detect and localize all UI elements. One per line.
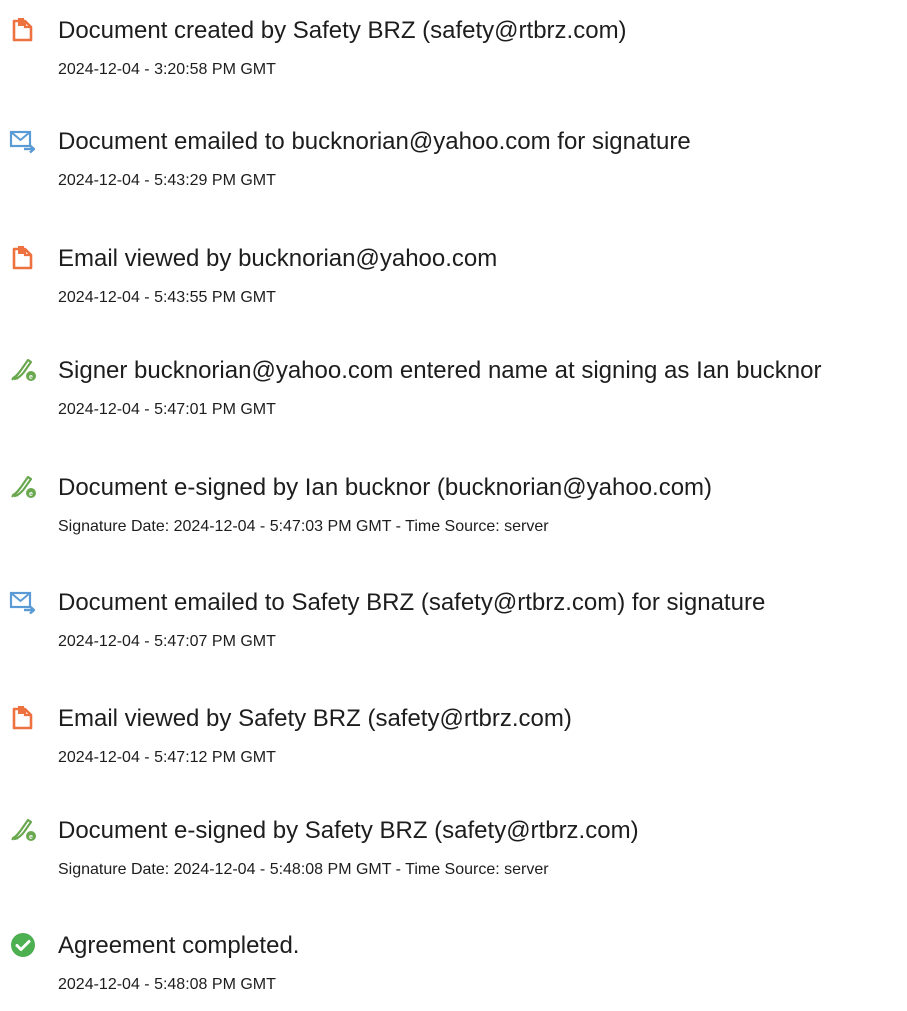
audit-event: e Document e-signed by Ian bucknor (buck… — [0, 473, 907, 553]
document-icon — [9, 704, 37, 732]
event-timestamp: 2024-12-04 - 5:47:12 PM GMT — [58, 749, 276, 766]
document-icon — [9, 244, 37, 272]
event-timestamp: Signature Date: 2024-12-04 - 5:47:03 PM … — [58, 518, 549, 535]
event-title: Email viewed by Safety BRZ (safety@rtbrz… — [58, 705, 572, 732]
svg-text:e: e — [29, 491, 33, 498]
event-title: Agreement completed. — [58, 932, 300, 959]
pen-signature-icon: e — [9, 473, 37, 501]
pen-signature-icon: e — [9, 816, 37, 844]
audit-event: e Document e-signed by Safety BRZ (safet… — [0, 816, 907, 896]
event-title: Document created by Safety BRZ (safety@r… — [58, 17, 627, 44]
event-timestamp: 2024-12-04 - 5:43:55 PM GMT — [58, 289, 276, 306]
svg-text:e: e — [29, 374, 33, 381]
audit-event: Document emailed to bucknorian@yahoo.com… — [0, 127, 907, 207]
document-icon — [9, 16, 37, 44]
event-title: Email viewed by bucknorian@yahoo.com — [58, 245, 498, 272]
event-title: Document emailed to Safety BRZ (safety@r… — [58, 589, 766, 616]
audit-event: Document created by Safety BRZ (safety@r… — [0, 16, 907, 96]
event-timestamp: 2024-12-04 - 5:47:01 PM GMT — [58, 401, 276, 418]
audit-event: Document emailed to Safety BRZ (safety@r… — [0, 588, 907, 668]
audit-event: Email viewed by Safety BRZ (safety@rtbrz… — [0, 704, 907, 784]
audit-event: Email viewed by bucknorian@yahoo.com 202… — [0, 244, 907, 324]
event-timestamp: 2024-12-04 - 5:47:07 PM GMT — [58, 633, 276, 650]
pen-signature-icon: e — [9, 356, 37, 384]
event-timestamp: 2024-12-04 - 5:43:29 PM GMT — [58, 172, 276, 189]
event-timestamp: 2024-12-04 - 5:48:08 PM GMT — [58, 976, 276, 993]
svg-text:e: e — [29, 834, 33, 841]
email-sent-icon — [9, 127, 37, 155]
event-title: Signer bucknorian@yahoo.com entered name… — [58, 357, 822, 384]
audit-event: Agreement completed. 2024-12-04 - 5:48:0… — [0, 931, 907, 1011]
email-sent-icon — [9, 588, 37, 616]
event-title: Document e-signed by Ian bucknor (buckno… — [58, 474, 713, 501]
event-title: Document emailed to bucknorian@yahoo.com… — [58, 128, 691, 155]
event-timestamp: Signature Date: 2024-12-04 - 5:48:08 PM … — [58, 861, 549, 878]
event-title: Document e-signed by Safety BRZ (safety@… — [58, 817, 639, 844]
audit-event: e Signer bucknorian@yahoo.com entered na… — [0, 356, 907, 436]
check-circle-icon — [9, 931, 37, 959]
event-timestamp: 2024-12-04 - 3:20:58 PM GMT — [58, 61, 276, 78]
